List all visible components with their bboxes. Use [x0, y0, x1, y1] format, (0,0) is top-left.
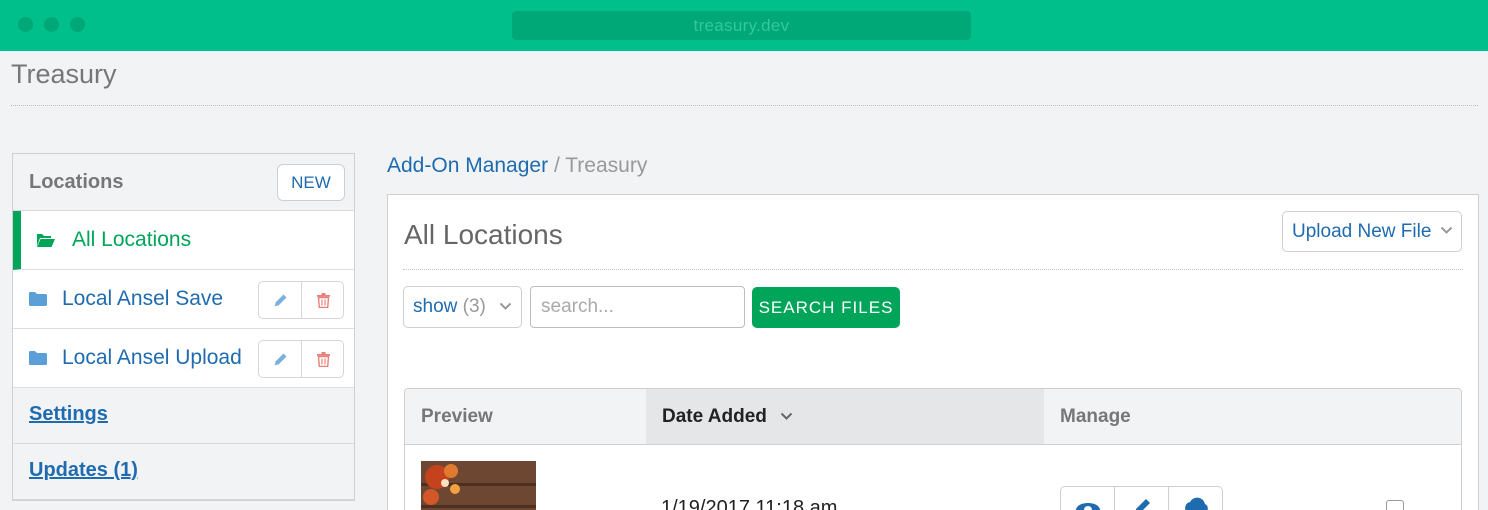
sort-desc-icon — [780, 413, 793, 421]
cloud-download-icon — [1185, 497, 1208, 510]
breadcrumb-addon-manager-link[interactable]: Add-On Manager — [387, 154, 548, 177]
sidebar-item-label: Local Ansel Upload — [62, 346, 242, 369]
edit-location-button[interactable] — [259, 341, 302, 377]
trash-icon — [317, 351, 330, 367]
pencil-icon — [274, 353, 286, 365]
column-header-manage: Manage — [1060, 406, 1131, 427]
table-row: 1/19/2017 11:18 am — [405, 445, 1461, 510]
window-zoom-dot[interactable] — [70, 17, 85, 32]
chevron-down-icon — [499, 302, 512, 310]
column-header-date-added[interactable]: Date Added — [646, 389, 1044, 444]
sidebar-item-label: All Locations — [72, 228, 192, 251]
file-thumbnail[interactable] — [421, 461, 536, 510]
window-close-dot[interactable] — [18, 17, 33, 32]
view-file-button[interactable] — [1061, 487, 1115, 510]
browser-title-bar: treasury.dev — [0, 0, 1488, 51]
chevron-down-icon — [1440, 226, 1453, 234]
files-table: Preview Date Added Manage 1/19/2017 11:1… — [404, 388, 1462, 510]
upload-new-file-dropdown[interactable]: Upload New File — [1282, 211, 1462, 252]
address-bar[interactable]: treasury.dev — [512, 11, 971, 40]
delete-location-button[interactable] — [302, 341, 345, 377]
settings-link[interactable]: Settings — [29, 403, 108, 426]
panel-title: All Locations — [404, 219, 563, 250]
search-files-button[interactable]: SEARCH FILES — [752, 287, 900, 328]
sidebar-item-local-ansel-upload[interactable]: Local Ansel Upload — [13, 329, 354, 388]
column-header-label: Date Added — [662, 406, 767, 427]
pencil-icon — [274, 294, 286, 306]
show-count: (3) — [462, 296, 486, 317]
sidebar-item-all-locations[interactable]: All Locations — [13, 211, 354, 270]
trash-icon — [317, 292, 330, 308]
panel-divider — [403, 269, 1463, 270]
page-title: Treasury — [11, 59, 117, 89]
edit-location-button[interactable] — [259, 282, 302, 318]
delete-location-button[interactable] — [302, 282, 345, 318]
breadcrumb-current: Treasury — [565, 154, 648, 177]
location-actions — [258, 340, 344, 378]
breadcrumb: Add-On Manager / Treasury — [387, 154, 647, 178]
download-file-button[interactable] — [1169, 487, 1223, 510]
folder-icon — [29, 351, 47, 365]
title-divider — [11, 105, 1478, 106]
folder-open-icon — [36, 233, 55, 247]
new-location-button[interactable]: NEW — [277, 164, 345, 201]
show-label: show — [413, 296, 458, 317]
locations-sidebar: Locations NEW All Locations Local Ansel … — [12, 153, 355, 501]
upload-label: Upload New File — [1292, 221, 1432, 242]
sidebar-header: Locations NEW — [13, 154, 354, 211]
sidebar-item-local-ansel-save[interactable]: Local Ansel Save — [13, 270, 354, 329]
window-minimize-dot[interactable] — [44, 17, 59, 32]
edit-file-button[interactable] — [1115, 487, 1169, 510]
location-actions — [258, 281, 344, 319]
files-panel: All Locations Upload New File show (3) S… — [387, 194, 1479, 510]
folder-icon — [29, 292, 47, 306]
row-select-checkbox[interactable] — [1386, 500, 1404, 510]
updates-row: Updates (1) — [13, 444, 354, 500]
settings-row: Settings — [13, 388, 354, 444]
column-header-preview: Preview — [421, 406, 493, 427]
updates-link[interactable]: Updates (1) — [29, 459, 138, 482]
table-header: Preview Date Added Manage — [405, 389, 1461, 445]
manage-actions — [1060, 486, 1223, 510]
search-input[interactable] — [530, 286, 745, 328]
sidebar-heading: Locations — [29, 171, 124, 193]
pencil-icon — [1136, 499, 1150, 510]
sidebar-item-label: Local Ansel Save — [62, 287, 224, 310]
show-filter-select[interactable]: show (3) — [403, 286, 522, 328]
breadcrumb-separator: / — [553, 154, 560, 177]
date-added-cell: 1/19/2017 11:18 am — [661, 497, 838, 510]
eye-icon — [1076, 503, 1100, 510]
